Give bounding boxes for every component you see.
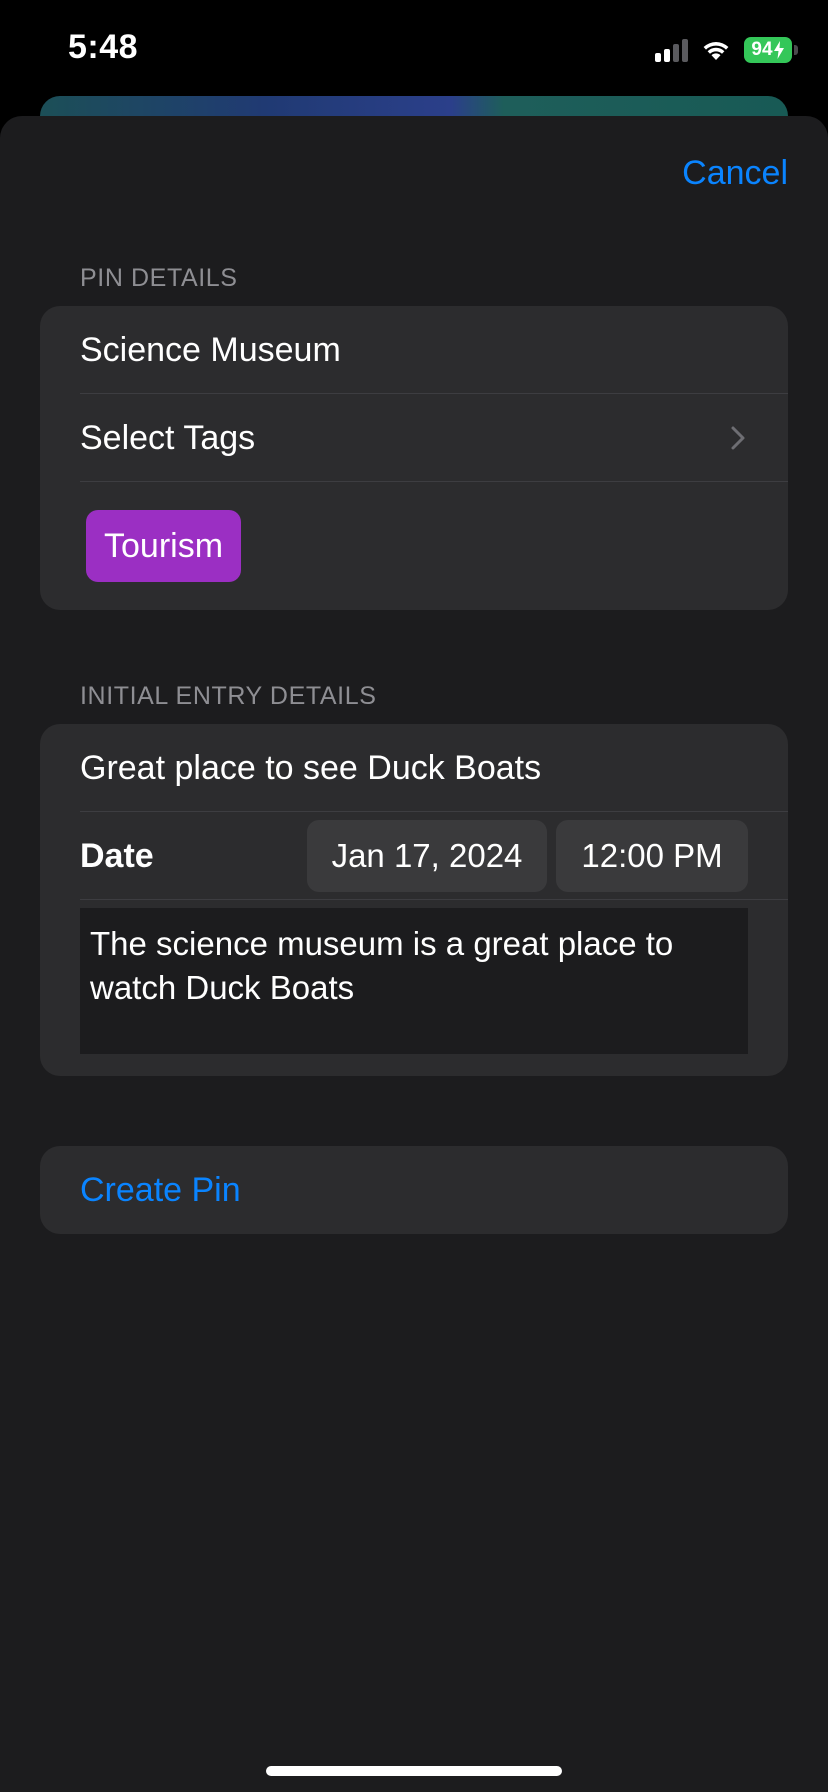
select-tags-row[interactable]: Select Tags [40, 394, 788, 482]
date-row: Date Jan 17, 2024 12:00 PM [40, 812, 788, 900]
cancel-button[interactable]: Cancel [682, 154, 788, 193]
pin-name-value: Science Museum [80, 330, 341, 369]
pin-name-field[interactable]: Science Museum [40, 306, 788, 394]
entry-notes-textarea[interactable]: The science museum is a great place to w… [80, 908, 748, 1054]
time-picker-button[interactable]: 12:00 PM [556, 820, 748, 892]
status-bar: 5:48 94 [0, 0, 828, 100]
create-pin-group: Create Pin [40, 1146, 788, 1234]
bolt-icon [773, 41, 784, 59]
create-pin-button[interactable]: Create Pin [40, 1146, 788, 1234]
status-icons: 94 [655, 36, 798, 64]
signal-icon [655, 38, 688, 62]
tag-chip-tourism[interactable]: Tourism [86, 510, 242, 582]
screen: 5:48 94 Cancel PIN DETAILS Science Museu… [0, 0, 828, 1792]
pin-details-header: PIN DETAILS [80, 264, 238, 292]
status-time: 5:48 [68, 28, 139, 66]
entry-title-field[interactable]: Great place to see Duck Boats [40, 724, 788, 812]
entry-title-value: Great place to see Duck Boats [80, 748, 542, 787]
entry-details-header: INITIAL ENTRY DETAILS [80, 682, 377, 710]
date-label: Date [80, 836, 154, 875]
entry-details-group: Great place to see Duck Boats Date Jan 1… [40, 724, 788, 1076]
select-tags-label: Select Tags [80, 418, 256, 457]
home-indicator [266, 1766, 562, 1776]
date-picker-button[interactable]: Jan 17, 2024 [307, 820, 547, 892]
create-pin-sheet: Cancel PIN DETAILS Science Museum Select… [0, 116, 828, 1792]
tags-row: Tourism [40, 482, 788, 582]
battery-level: 94 [751, 39, 773, 60]
battery-charging-icon: 94 [744, 37, 798, 63]
wifi-icon [703, 42, 729, 60]
chevron-right-icon [731, 426, 745, 450]
pin-details-group: Science Museum Select Tags Tourism [40, 306, 788, 610]
